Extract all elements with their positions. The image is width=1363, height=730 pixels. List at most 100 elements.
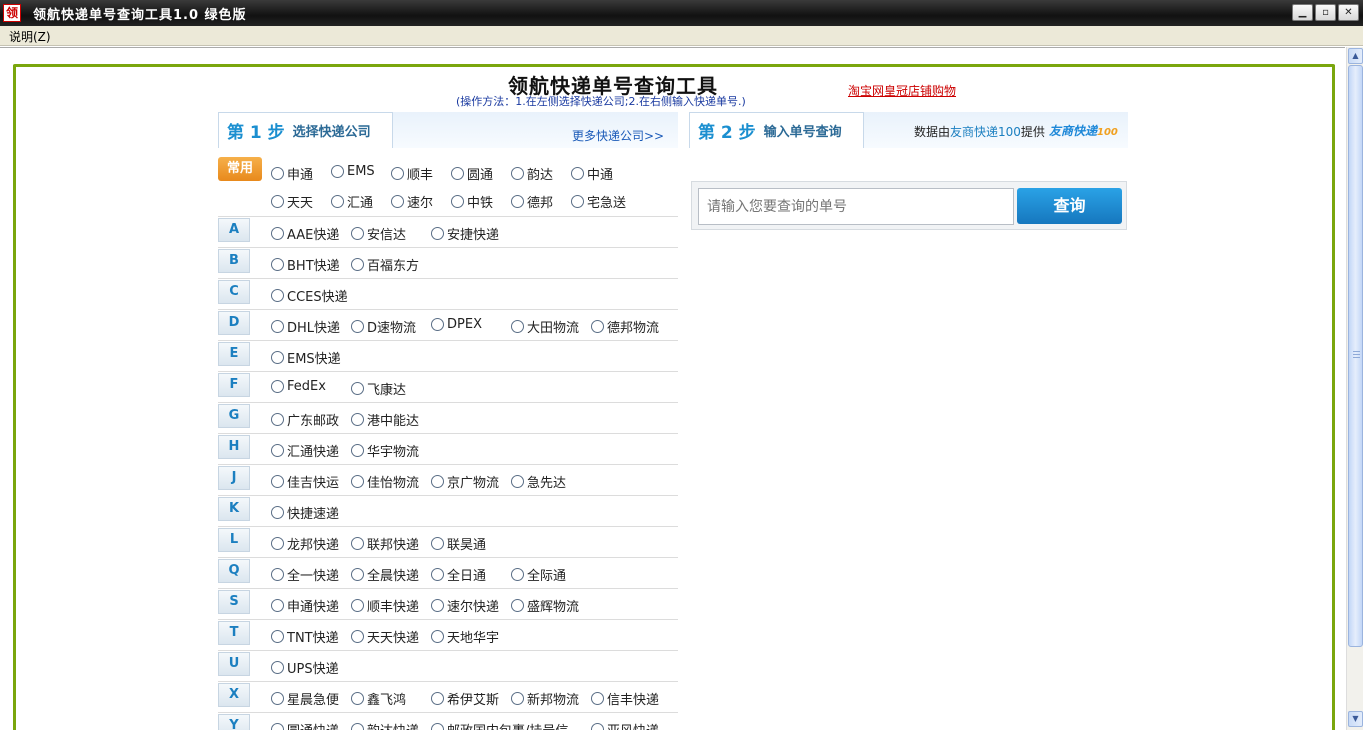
company-option[interactable]: 新邦物流 [511,689,579,708]
radio-icon[interactable] [351,382,364,395]
company-option[interactable]: 速尔快递 [431,596,499,615]
company-option[interactable]: 安信达 [351,224,406,243]
radio-icon[interactable] [351,692,364,705]
company-option[interactable]: 联邦快递 [351,534,419,553]
company-option[interactable]: EMS快递 [271,348,341,367]
company-option[interactable]: 顺丰快递 [351,596,419,615]
company-option[interactable]: 顺丰 [391,164,433,183]
letter-badge[interactable]: U [218,652,250,676]
letter-badge[interactable]: C [218,280,250,304]
company-option[interactable]: 华宇物流 [351,441,419,460]
query-button[interactable]: 查询 [1017,188,1122,224]
radio-icon[interactable] [591,320,604,333]
radio-icon[interactable] [271,568,284,581]
menu-help[interactable]: 说明(Z) [9,28,51,45]
company-option[interactable]: 联昊通 [431,534,486,553]
radio-icon[interactable] [271,167,284,180]
company-option[interactable]: EMS [331,164,375,179]
radio-icon[interactable] [351,227,364,240]
letter-badge[interactable]: X [218,683,250,707]
radio-icon[interactable] [351,630,364,643]
letter-badge[interactable]: Y [218,714,250,730]
company-option[interactable]: 德邦 [511,192,553,211]
company-option[interactable]: TNT快递 [271,627,339,646]
company-option[interactable]: 全际通 [511,565,566,584]
radio-icon[interactable] [591,692,604,705]
radio-icon[interactable] [351,599,364,612]
letter-badge[interactable]: D [218,311,250,335]
radio-icon[interactable] [451,167,464,180]
company-option[interactable]: 京广物流 [431,472,499,491]
vertical-scrollbar[interactable]: ▲ ▼ [1346,47,1363,730]
radio-icon[interactable] [271,661,284,674]
company-option[interactable]: 申通 [271,164,313,183]
radio-icon[interactable] [431,318,444,331]
company-option[interactable]: 希伊艾斯 [431,689,499,708]
radio-icon[interactable] [351,413,364,426]
radio-icon[interactable] [351,537,364,550]
radio-icon[interactable] [431,723,444,730]
company-option[interactable]: AAE快递 [271,224,339,243]
radio-icon[interactable] [271,692,284,705]
company-option[interactable]: DPEX [431,317,482,332]
radio-icon[interactable] [391,167,404,180]
letter-badge[interactable]: K [218,497,250,521]
company-option[interactable]: 韵达快递 [351,720,419,730]
radio-icon[interactable] [431,630,444,643]
close-button[interactable]: ✕ [1338,4,1359,21]
letter-badge[interactable]: L [218,528,250,552]
radio-icon[interactable] [271,195,284,208]
company-option[interactable]: 汇通 [331,192,373,211]
taobao-shop-link[interactable]: 淘宝网皇冠店铺购物 [848,82,956,99]
radio-icon[interactable] [271,475,284,488]
letter-badge[interactable]: S [218,590,250,614]
company-option[interactable]: UPS快递 [271,658,339,677]
radio-icon[interactable] [431,692,444,705]
radio-icon[interactable] [331,195,344,208]
company-option[interactable]: 圆通 [451,164,493,183]
company-option[interactable]: 汇通快递 [271,441,339,460]
radio-icon[interactable] [571,167,584,180]
company-option[interactable]: 广东邮政 [271,410,339,429]
radio-icon[interactable] [271,537,284,550]
company-option[interactable]: 盛辉物流 [511,596,579,615]
radio-icon[interactable] [271,444,284,457]
radio-icon[interactable] [511,195,524,208]
company-option[interactable]: 天地华宇 [431,627,499,646]
radio-icon[interactable] [511,692,524,705]
company-option[interactable]: 申通快递 [271,596,339,615]
company-option[interactable]: 全日通 [431,565,486,584]
minimize-button[interactable]: ▁ [1292,4,1313,21]
more-companies-link[interactable]: 更多快递公司>> [572,127,664,144]
scroll-thumb[interactable] [1348,65,1363,647]
radio-icon[interactable] [451,195,464,208]
company-option[interactable]: 中铁 [451,192,493,211]
company-option[interactable]: 圆通快递 [271,720,339,730]
letter-badge[interactable]: B [218,249,250,273]
radio-icon[interactable] [431,227,444,240]
maximize-button[interactable]: ▫ [1315,4,1336,21]
company-option[interactable]: 天天快递 [351,627,419,646]
radio-icon[interactable] [271,258,284,271]
company-option[interactable]: BHT快递 [271,255,340,274]
company-option[interactable]: 佳怡物流 [351,472,419,491]
radio-icon[interactable] [431,568,444,581]
company-option[interactable]: 飞康达 [351,379,406,398]
company-option[interactable]: 德邦物流 [591,317,659,336]
radio-icon[interactable] [331,165,344,178]
letter-badge[interactable]: G [218,404,250,428]
radio-icon[interactable] [351,444,364,457]
radio-icon[interactable] [351,568,364,581]
radio-icon[interactable] [271,599,284,612]
radio-icon[interactable] [431,599,444,612]
radio-icon[interactable] [511,568,524,581]
company-option[interactable]: 速尔 [391,192,433,211]
company-option[interactable]: 星晨急便 [271,689,339,708]
radio-icon[interactable] [511,167,524,180]
company-option[interactable]: 天天 [271,192,313,211]
radio-icon[interactable] [351,723,364,730]
company-option[interactable]: 邮政国内包裹/挂号信 [431,720,568,730]
company-option[interactable]: 信丰快递 [591,689,659,708]
radio-icon[interactable] [351,320,364,333]
radio-icon[interactable] [391,195,404,208]
